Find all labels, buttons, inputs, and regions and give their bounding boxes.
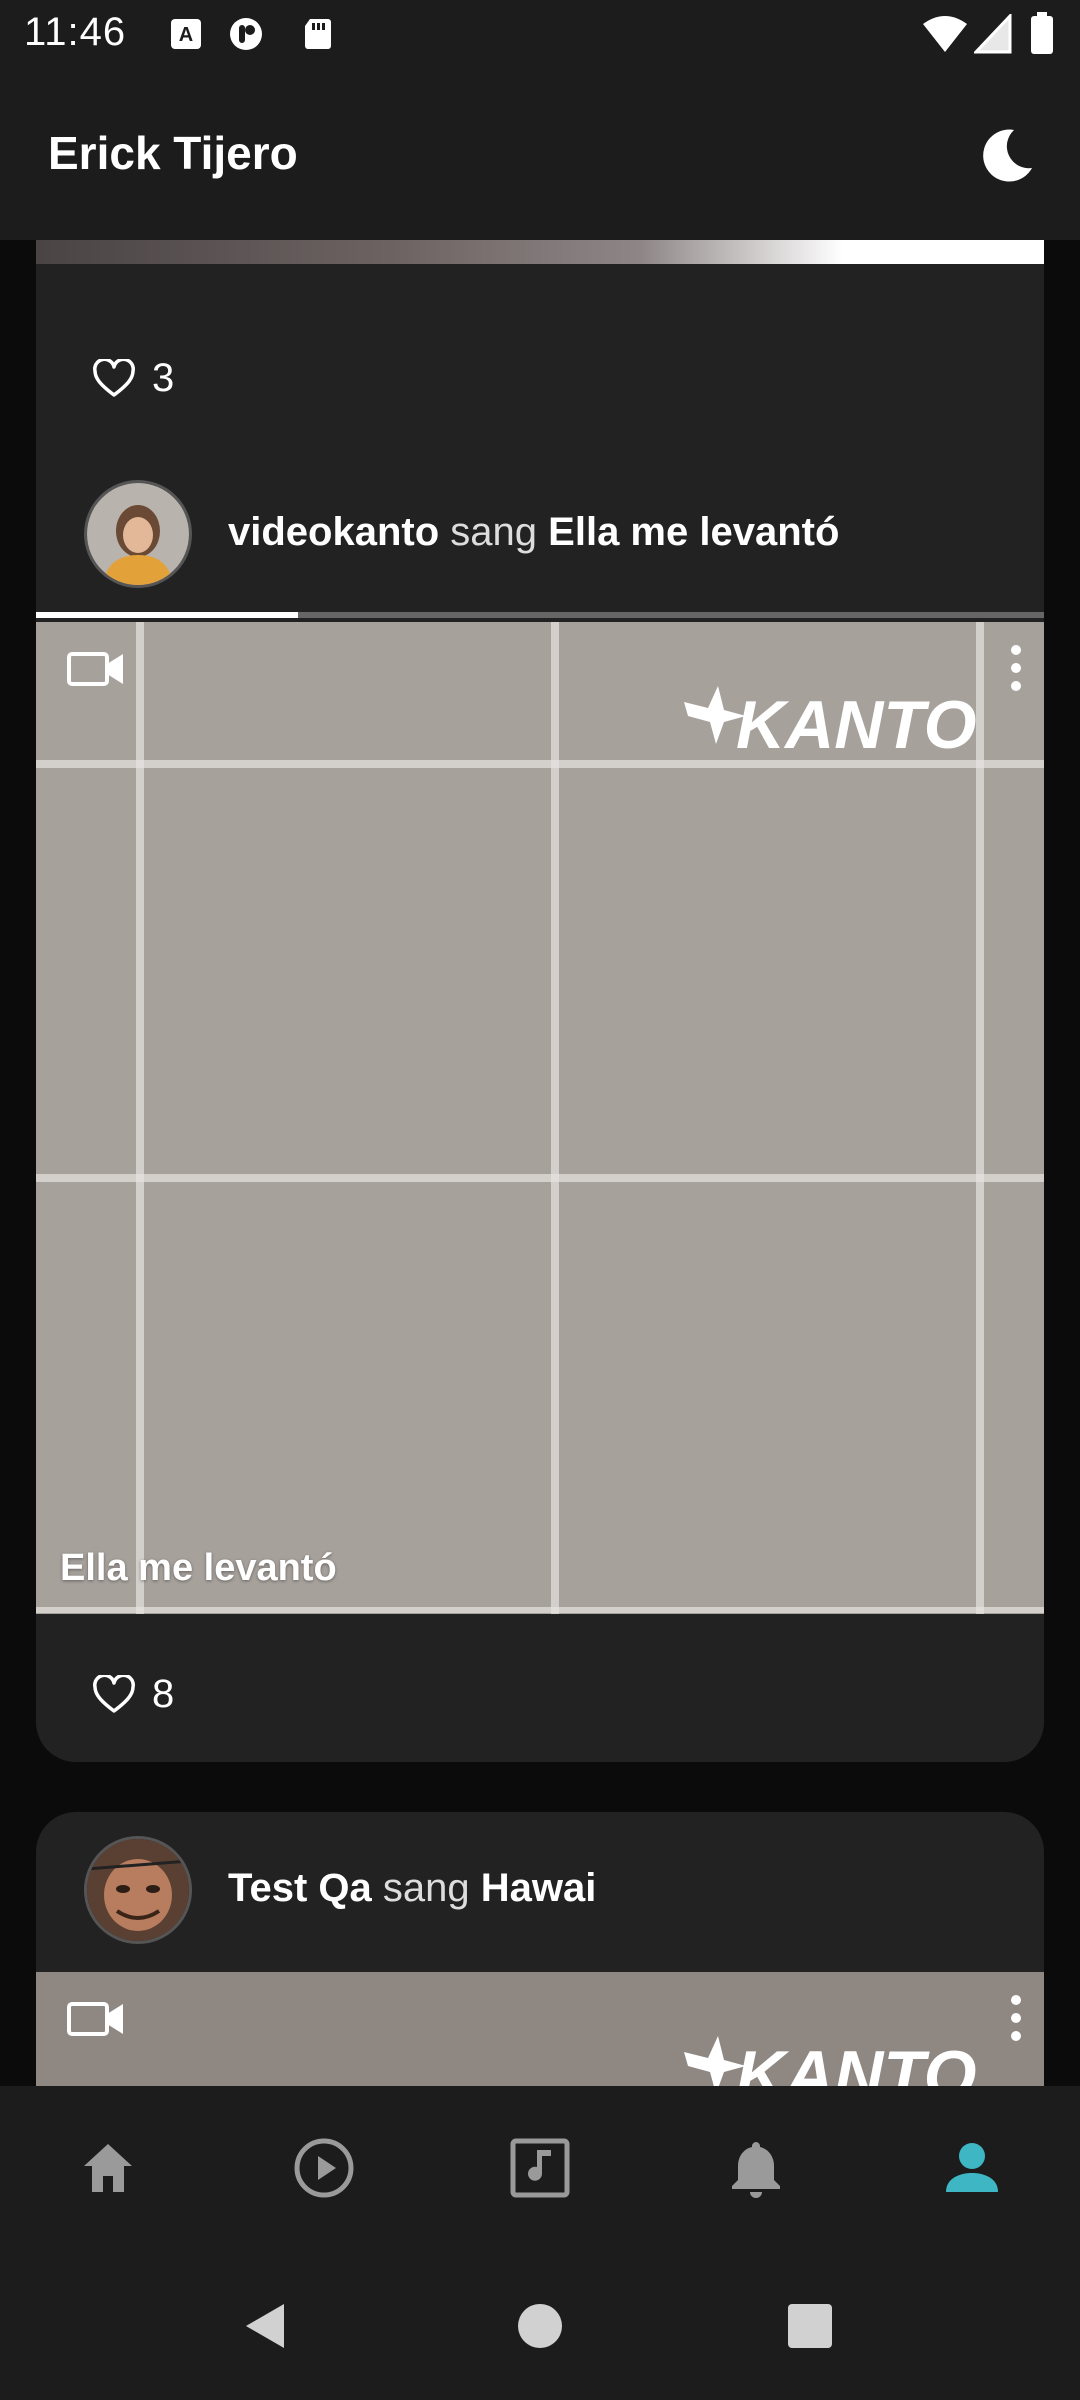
- post-caption: videokanto sang Ella me levantó: [228, 510, 839, 555]
- page-title: Erick Tijero: [48, 127, 298, 179]
- playback-progress: [36, 612, 1044, 618]
- playback-progress-fill: [36, 612, 299, 618]
- a-notification-icon: A: [171, 19, 201, 49]
- sd-card-icon: [305, 19, 331, 49]
- status-time: 11:46: [24, 10, 127, 54]
- moon-icon[interactable]: [974, 124, 1038, 188]
- caption-verb: sang: [382, 1866, 470, 1910]
- video-player[interactable]: KANTO Ella me levantó: [36, 622, 1044, 1614]
- screen: 11:46 A Erick Tijero 3 videokanto sang E…: [0, 0, 1080, 2400]
- post-card: Test Qa sang Hawai KANTO: [36, 1812, 1044, 2086]
- more-options-icon[interactable]: [1006, 1992, 1026, 2044]
- caption-verb: sang: [450, 510, 538, 554]
- home-circle-icon[interactable]: [514, 2300, 566, 2352]
- more-options-icon[interactable]: [1006, 642, 1026, 694]
- home-icon[interactable]: [76, 2136, 140, 2200]
- wifi-icon: [923, 16, 967, 52]
- video-song-title: Ella me levantó: [60, 1547, 337, 1589]
- system-navigation: [0, 2254, 1080, 2400]
- video-frame: [36, 622, 1044, 1614]
- video-player[interactable]: KANTO: [36, 1972, 1044, 2086]
- play-circle-icon[interactable]: [292, 2136, 356, 2200]
- like-count: 3: [152, 356, 175, 400]
- bottom-navigation: [0, 2086, 1080, 2254]
- post-header[interactable]: videokanto sang Ella me levantó: [36, 456, 1044, 618]
- video-camera-icon: [67, 652, 123, 686]
- back-icon[interactable]: [240, 2300, 292, 2352]
- heart-icon[interactable]: [92, 1674, 136, 1715]
- username[interactable]: videokanto: [228, 510, 439, 554]
- avatar[interactable]: [84, 1836, 192, 1944]
- like-count: 8: [152, 1672, 175, 1716]
- status-bar: 11:46 A: [0, 0, 1080, 72]
- kanto-logo: KANTO: [684, 686, 977, 762]
- kanto-logo: KANTO: [684, 2036, 977, 2086]
- svg-text:KANTO: KANTO: [736, 687, 977, 762]
- like-button[interactable]: 8: [92, 1672, 174, 1717]
- video-camera-icon: [67, 2002, 123, 2036]
- song-title[interactable]: Hawai: [481, 1866, 597, 1910]
- cellular-icon: [974, 14, 1012, 54]
- post-caption: Test Qa sang Hawai: [228, 1866, 596, 1911]
- bell-icon[interactable]: [724, 2136, 788, 2200]
- podcast-icon: [230, 18, 262, 50]
- feed[interactable]: 3 videokanto sang Ella me levantó KANTO …: [0, 240, 1080, 2086]
- song-title[interactable]: Ella me levantó: [548, 510, 839, 554]
- username[interactable]: Test Qa: [228, 1866, 372, 1910]
- svg-text:A: A: [179, 24, 193, 46]
- video-preview-bottom[interactable]: [36, 240, 1044, 264]
- like-button[interactable]: 3: [92, 356, 174, 401]
- recents-icon[interactable]: [784, 2300, 836, 2352]
- app-bar: Erick Tijero: [0, 72, 1080, 240]
- post-card: videokanto sang Ella me levantó KANTO El…: [36, 456, 1044, 1762]
- avatar[interactable]: [84, 480, 192, 588]
- svg-text:KANTO: KANTO: [736, 2037, 977, 2086]
- profile-icon[interactable]: [940, 2136, 1004, 2200]
- heart-icon[interactable]: [92, 358, 136, 399]
- battery-icon: [1031, 12, 1053, 54]
- post-header[interactable]: Test Qa sang Hawai: [36, 1812, 1044, 1972]
- music-note-icon[interactable]: [508, 2136, 572, 2200]
